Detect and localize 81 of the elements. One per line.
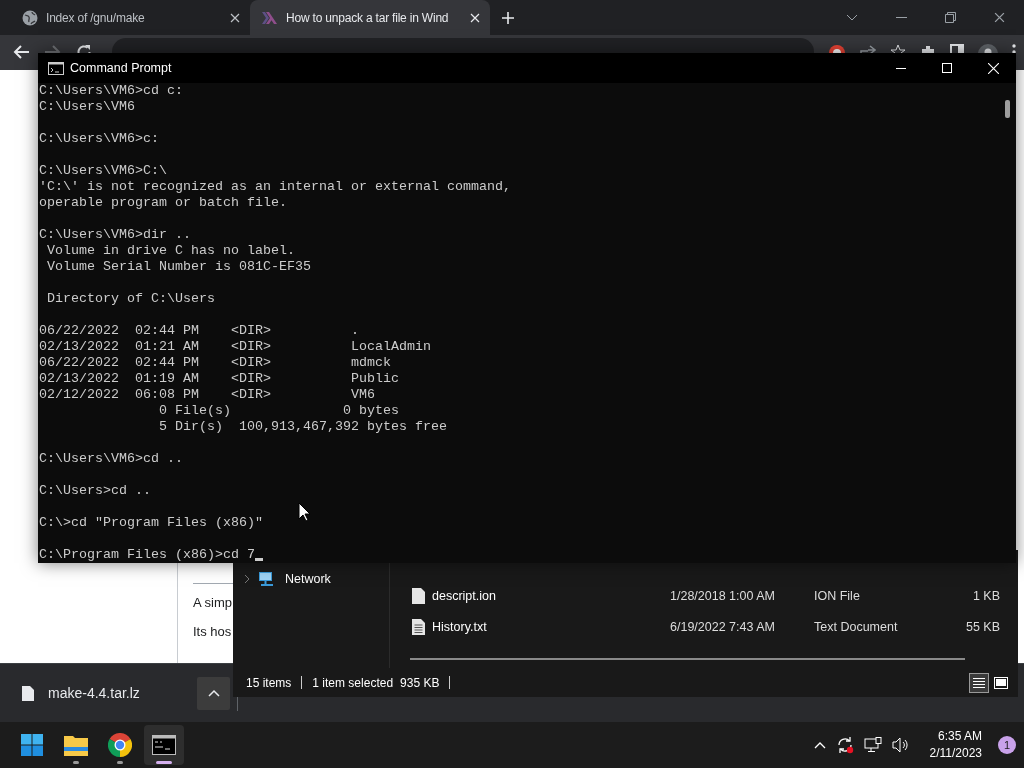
console-icon	[152, 735, 176, 755]
item-count: 15 items	[246, 675, 292, 690]
chrome-icon	[108, 733, 132, 757]
network-icon	[258, 571, 276, 587]
preview-icon	[994, 676, 1008, 689]
browser-tab[interactable]: How to unpack a tar file in Wind	[250, 0, 490, 35]
network-icon[interactable]	[863, 737, 882, 753]
sidebar-icon[interactable]	[950, 44, 964, 53]
nav-item[interactable]: Network	[233, 570, 389, 588]
selection-size: 935 KB	[400, 675, 440, 690]
page-paragraph: A simp	[193, 594, 233, 612]
console-line: C:\Program Files (x86)>cd 7	[39, 547, 263, 563]
browser-tab[interactable]: Index of /gnu/make	[10, 0, 250, 35]
chevron-down-icon[interactable]	[846, 13, 858, 22]
list-icon	[972, 676, 986, 689]
console-line: Volume Serial Number is 081C-EF35	[46, 259, 311, 275]
file-type: ION File	[814, 588, 861, 603]
menu-icon[interactable]	[1012, 44, 1016, 53]
file-name[interactable]: descript.ion	[412, 587, 670, 604]
console-line: 02/12/2022 06:08 PM <DIR> VM6	[39, 387, 375, 403]
console-line: C:\Users\VM6>cd ..	[39, 451, 183, 467]
console-line: C:\Users\VM6	[39, 99, 135, 115]
file-name[interactable]: History.txt	[412, 618, 670, 635]
details-view-button[interactable]	[969, 672, 989, 693]
mouse-pointer-icon	[298, 502, 311, 522]
download-item[interactable]: make-4.4.tar.lz	[0, 685, 177, 701]
sync-icon[interactable]	[835, 736, 854, 754]
console-line: 02/13/2022 01:21 AM <DIR> LocalAdmin	[39, 339, 431, 355]
file-size: 1 KB	[971, 588, 1000, 603]
file-size: 55 KB	[964, 619, 1000, 634]
share-icon[interactable]	[860, 44, 876, 53]
console-icon	[48, 61, 64, 75]
file-type: Text Document	[814, 619, 899, 634]
console-line: 06/22/2022 02:44 PM <DIR> .	[39, 323, 359, 339]
speaker-icon[interactable]	[891, 737, 910, 753]
console-line: C:\Users\VM6>dir ..	[39, 227, 191, 243]
file-date: 1/28/2018 1:00 AM	[670, 588, 776, 603]
console-line: 5 Dir(s) 100,913,467,392 bytes free	[157, 419, 447, 435]
selection-info: 1 item selected	[312, 675, 394, 690]
console-line: 0 File(s) 0 bytes	[157, 403, 399, 419]
file-icon	[22, 685, 34, 701]
restore-icon[interactable]	[945, 12, 956, 23]
close-icon	[987, 62, 999, 74]
console-line: operable program or batch file.	[39, 195, 287, 211]
maximize-icon	[942, 63, 952, 73]
globe-icon	[22, 9, 38, 26]
minimize-icon	[896, 67, 906, 69]
console-line: Volume in drive C has no label.	[46, 243, 295, 259]
chevron-up-icon[interactable]	[813, 741, 826, 749]
taskbar-app[interactable]	[144, 725, 184, 765]
expand-button[interactable]	[197, 676, 230, 710]
folder-icon	[64, 734, 88, 756]
console-line: 02/13/2022 01:19 AM <DIR> Public	[39, 371, 399, 387]
close-icon[interactable]	[994, 12, 1005, 23]
console-line: C:\Users\VM6>C:\	[39, 163, 167, 179]
console-line: C:\Users\VM6>cd c:	[39, 83, 183, 99]
console-line: 06/22/2022 02:44 PM <DIR> mdmck	[39, 355, 391, 371]
console-line: 'C:\' is not recognized as an internal or external command,	[39, 179, 511, 195]
console-line: C:\>cd "Program Files (x86)"	[39, 515, 263, 531]
file-date: 6/19/2022 7:43 AM	[670, 619, 776, 634]
window-title: Command Prompt	[70, 61, 172, 75]
close-icon[interactable]	[230, 12, 240, 23]
lambda-icon	[262, 11, 278, 24]
clock[interactable]: 6:35 AM 2/11/2023	[929, 728, 982, 762]
page-paragraph: Its hos	[193, 623, 233, 641]
chevron-icon[interactable]	[243, 575, 251, 583]
console-line: C:\Users>cd ..	[39, 483, 151, 499]
notification-badge[interactable]: 1	[998, 736, 1016, 754]
text-file-icon	[412, 618, 425, 635]
back-button[interactable]	[12, 44, 30, 60]
scrollbar-thumb[interactable]	[1005, 100, 1010, 118]
caret-icon	[207, 689, 220, 697]
star-icon[interactable]	[890, 44, 906, 53]
text-cursor	[254, 558, 263, 561]
minimize-icon[interactable]	[896, 16, 907, 19]
scrollbar-thumb[interactable]	[410, 658, 965, 660]
file-icon	[412, 587, 425, 604]
new-tab-icon[interactable]	[502, 11, 514, 24]
windows-logo-icon	[21, 734, 43, 756]
console-line: Directory of C:\Users	[46, 291, 215, 307]
console-line: C:\Users\VM6>c:	[39, 131, 159, 147]
